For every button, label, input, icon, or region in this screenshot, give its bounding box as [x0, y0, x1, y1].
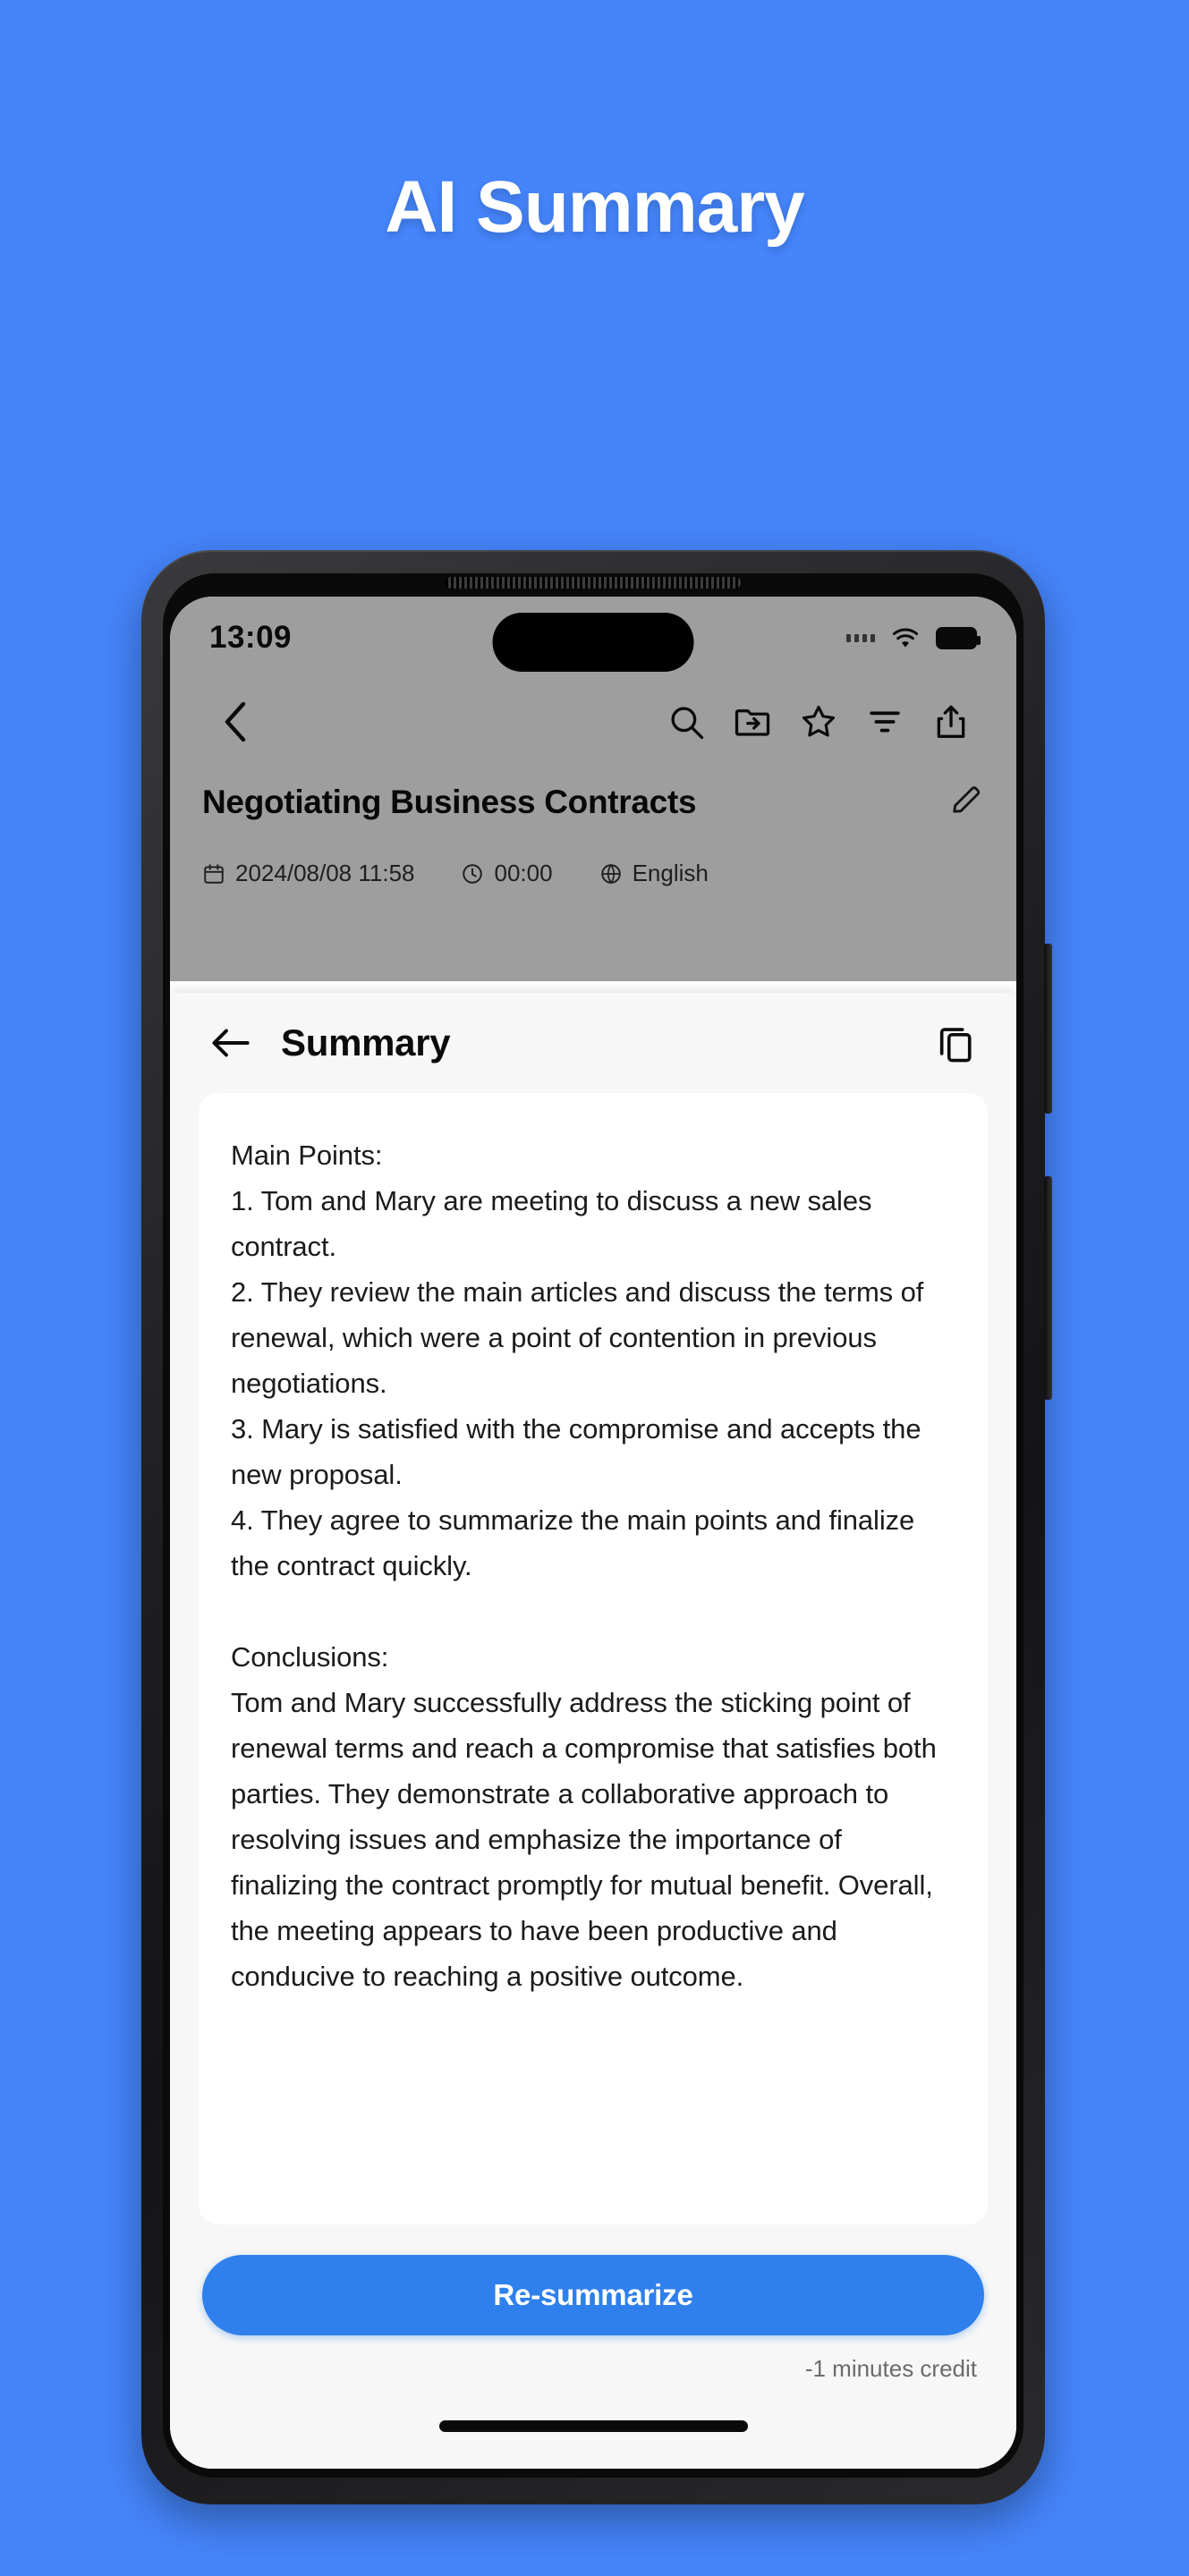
- re-summarize-button[interactable]: Re-summarize: [202, 2255, 984, 2335]
- back-chevron-icon[interactable]: [202, 689, 268, 755]
- summary-sheet-footer: Re-summarize -1 minutes credit: [170, 2224, 1016, 2383]
- meta-date-value: 2024/08/08 11:58: [235, 860, 415, 886]
- summary-sheet-body: Main Points: 1. Tom and Mary are meeting…: [170, 1093, 1016, 2224]
- home-indicator[interactable]: [438, 2419, 748, 2432]
- credit-note: -1 minutes credit: [804, 2355, 977, 2382]
- meta-language: English: [599, 860, 709, 887]
- volume-button[interactable]: [1044, 1176, 1052, 1400]
- recording-title: Negotiating Business Contracts: [202, 784, 697, 820]
- status-bar: 13:09: [170, 597, 1016, 679]
- home-indicator-area: [170, 2383, 1016, 2469]
- earpiece-speaker: [446, 577, 741, 589]
- phone-device-frame: 13:09 Negotiating Business Contracts 202…: [141, 550, 1052, 2504]
- summary-sheet: Summary Main Points: 1. Tom and Mary are…: [170, 993, 1016, 2469]
- summary-card[interactable]: Main Points: 1. Tom and Mary are meeting…: [199, 1093, 988, 2224]
- power-button[interactable]: [1044, 944, 1052, 1114]
- filter-icon[interactable]: [852, 689, 918, 755]
- battery-icon: [936, 626, 981, 649]
- arrow-left-icon[interactable]: [204, 1016, 258, 1070]
- copy-icon[interactable]: [929, 1016, 982, 1070]
- share-icon[interactable]: [918, 689, 984, 755]
- clock-icon: [463, 863, 483, 884]
- wifi-icon: [892, 628, 919, 648]
- move-to-folder-icon[interactable]: [719, 689, 786, 755]
- promo-title: AI Summary: [385, 166, 805, 248]
- star-icon[interactable]: [786, 689, 852, 755]
- dynamic-island: [492, 613, 694, 672]
- status-icons: [846, 626, 981, 649]
- meta-duration-value: 00:00: [494, 860, 553, 886]
- phone-screen: 13:09 Negotiating Business Contracts 202…: [170, 597, 1016, 2469]
- search-icon[interactable]: [653, 689, 719, 755]
- globe-icon: [600, 863, 621, 884]
- meta-duration: 00:00: [461, 860, 553, 887]
- app-toolbar: [170, 679, 1016, 765]
- summary-sheet-title: Summary: [281, 1021, 451, 1063]
- meta-date: 2024/08/08 11:58: [202, 860, 414, 887]
- meta-language-value: English: [632, 860, 709, 886]
- pencil-icon[interactable]: [948, 783, 984, 823]
- phone-bezel: 13:09 Negotiating Business Contracts 202…: [163, 573, 1023, 2478]
- summary-sheet-header: Summary: [170, 993, 1016, 1093]
- recording-title-row: Negotiating Business Contracts: [170, 765, 1016, 840]
- recording-meta-row: 2024/08/08 11:58 00:00 English: [170, 840, 1016, 887]
- summary-text: Main Points: 1. Tom and Mary are meeting…: [231, 1140, 937, 1992]
- signal-dots-icon: [846, 633, 875, 642]
- calendar-icon: [204, 863, 224, 884]
- status-time: 13:09: [209, 620, 293, 655]
